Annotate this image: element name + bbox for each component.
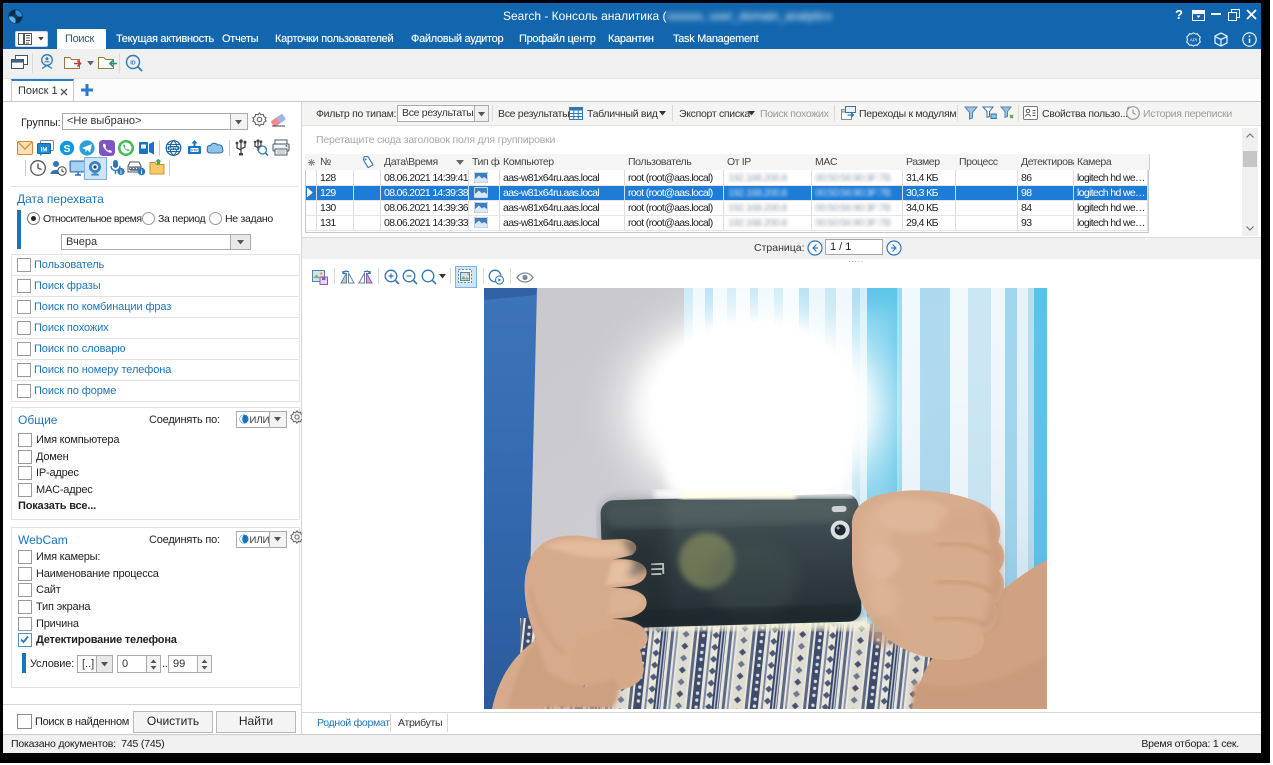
svg-text:ID: ID	[130, 60, 135, 66]
svg-text:S: S	[63, 143, 70, 155]
svg-text:IM: IM	[41, 148, 48, 154]
svg-text:API: API	[1190, 38, 1197, 43]
svg-text:HTTP: HTTP	[169, 146, 179, 150]
svg-text:i: i	[141, 169, 143, 176]
svg-text:FTP: FTP	[191, 148, 198, 152]
